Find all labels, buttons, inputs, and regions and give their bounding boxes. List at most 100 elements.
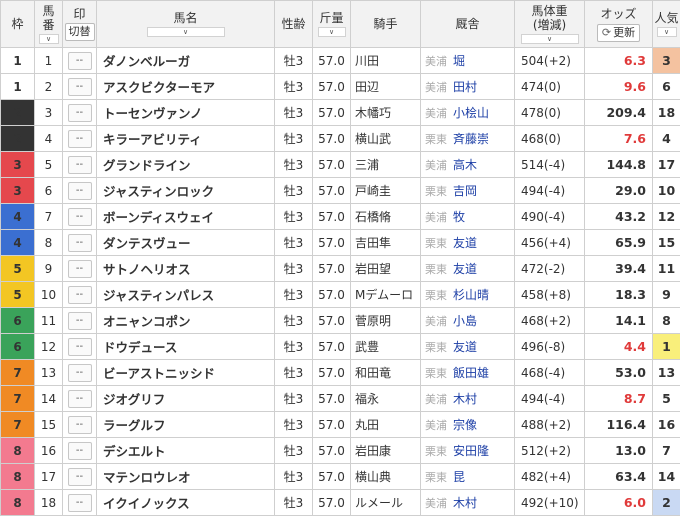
mark-select[interactable]: -- (67, 311, 92, 330)
stable-region: 美浦 (425, 107, 447, 120)
horse-name-link[interactable]: アスクビクターモア (96, 73, 275, 100)
trainer-link[interactable]: 宗像 (453, 418, 477, 432)
jockey-link[interactable]: 吉田隼 (350, 229, 421, 256)
jockey-link[interactable]: Mデムーロ (350, 281, 421, 308)
jockey-link[interactable]: 武豊 (350, 333, 421, 360)
stable-cell: 栗東 飯田雄 (420, 359, 515, 386)
horse-name-link[interactable]: ダノンベルーガ (96, 47, 275, 74)
trainer-link[interactable]: 友道 (453, 262, 477, 276)
mark-select[interactable]: -- (67, 77, 92, 96)
jockey-link[interactable]: 岩田望 (350, 255, 421, 282)
trainer-link[interactable]: 友道 (453, 236, 477, 250)
trainer-link[interactable]: 杉山晴 (453, 288, 489, 302)
mark-select[interactable]: -- (67, 441, 92, 460)
sort-umaban-chevron-icon[interactable]: ∨ (38, 34, 59, 44)
trainer-link[interactable]: 飯田雄 (453, 366, 489, 380)
umaban-cell: 13 (34, 359, 63, 386)
jockey-link[interactable]: 田辺 (350, 73, 421, 100)
mark-toggle-button[interactable]: 切替 (64, 23, 95, 41)
jockey-link[interactable]: 和田竜 (350, 359, 421, 386)
jockey-link[interactable]: 川田 (350, 47, 421, 74)
mark-select[interactable]: -- (67, 415, 92, 434)
mark-select[interactable]: -- (67, 493, 92, 512)
jockey-link[interactable]: 横山武 (350, 125, 421, 152)
weight-carried-cell: 57.0 (312, 255, 351, 282)
jockey-link[interactable]: ルメール (350, 489, 421, 516)
header-body-weight[interactable]: 馬体重 (増減) ∨ (514, 0, 585, 48)
mark-select[interactable]: -- (67, 103, 92, 122)
jockey-link[interactable]: 福永 (350, 385, 421, 412)
mark-select[interactable]: -- (67, 233, 92, 252)
horse-name-link[interactable]: ドウデュース (96, 333, 275, 360)
stable-cell: 美浦堀 (420, 47, 515, 74)
horse-name-link[interactable]: イクイノックス (96, 489, 275, 516)
mark-select[interactable]: -- (67, 51, 92, 70)
trainer-link[interactable]: 吉岡 (453, 184, 477, 198)
jockey-link[interactable]: 木幡巧 (350, 99, 421, 126)
horse-name-link[interactable]: ビーアストニッシド (96, 359, 275, 386)
horse-name-link[interactable]: トーセンヴァンノ (96, 99, 275, 126)
mark-select[interactable]: -- (67, 467, 92, 486)
popularity-cell: 3 (652, 47, 680, 74)
jockey-link[interactable]: 菅原明 (350, 307, 421, 334)
mark-select[interactable]: -- (67, 155, 92, 174)
mark-select[interactable]: -- (67, 285, 92, 304)
sex-age-cell: 牡3 (274, 229, 313, 256)
trainer-link[interactable]: 田村 (453, 80, 477, 94)
odds-cell: 4.4 (584, 333, 653, 360)
horse-name-link[interactable]: ジオグリフ (96, 385, 275, 412)
trainer-link[interactable]: 小桧山 (453, 106, 489, 120)
jockey-link[interactable]: 戸崎圭 (350, 177, 421, 204)
odds-cell: 209.4 (584, 99, 653, 126)
sort-body-weight-chevron-icon[interactable]: ∨ (520, 34, 579, 44)
jockey-link[interactable]: 横山典 (350, 463, 421, 490)
trainer-link[interactable]: 堀 (453, 54, 465, 68)
stable-cell: 栗東 友道 (420, 229, 515, 256)
horse-name-link[interactable]: オニャンコポン (96, 307, 275, 334)
sort-horse-name-chevron-icon[interactable]: ∨ (146, 27, 225, 37)
mark-select[interactable]: -- (67, 129, 92, 148)
horse-name-link[interactable]: グランドライン (96, 151, 275, 178)
jockey-link[interactable]: 石橋脩 (350, 203, 421, 230)
header-weight-carried[interactable]: 斤量 ∨ (312, 0, 351, 48)
trainer-link[interactable]: 斉藤崇 (453, 132, 489, 146)
horse-name-link[interactable]: ラーグルフ (96, 411, 275, 438)
sort-weight-carried-chevron-icon[interactable]: ∨ (317, 27, 346, 37)
trainer-link[interactable]: 木村 (453, 392, 477, 406)
waku-cell: 2 (0, 125, 35, 152)
mark-select[interactable]: -- (67, 389, 92, 408)
trainer-link[interactable]: 安田隆 (453, 444, 489, 458)
mark-select[interactable]: -- (67, 259, 92, 278)
header-popularity[interactable]: 人気 ∨ (652, 0, 680, 48)
trainer-link[interactable]: 小島 (453, 314, 477, 328)
horse-name-link[interactable]: デシエルト (96, 437, 275, 464)
stable-region: 栗東 (425, 445, 447, 458)
horse-name-link[interactable]: サトノヘリオス (96, 255, 275, 282)
horse-name-link[interactable]: ジャスティンパレス (96, 281, 275, 308)
umaban-cell: 9 (34, 255, 63, 282)
horse-name-link[interactable]: ダンテスヴュー (96, 229, 275, 256)
table-row: 7 15 -- ラーグルフ 牡3 57.0 丸田 美浦 宗像 488(+2) 116.4 16 (0, 411, 680, 438)
jockey-link[interactable]: 岩田康 (350, 437, 421, 464)
trainer-link[interactable]: 牧 (453, 210, 465, 224)
odds-update-button[interactable]: ⟳ 更新 (596, 23, 641, 42)
horse-name-link[interactable]: ジャスティンロック (96, 177, 275, 204)
header-umaban[interactable]: 馬 番 ∨ (34, 0, 63, 48)
odds-cell: 53.0 (584, 359, 653, 386)
trainer-link[interactable]: 高木 (453, 158, 477, 172)
trainer-link[interactable]: 友道 (453, 340, 477, 354)
sort-popularity-chevron-icon[interactable]: ∨ (656, 27, 677, 37)
trainer-link[interactable]: 木村 (453, 496, 477, 510)
horse-name-link[interactable]: ボーンディスウェイ (96, 203, 275, 230)
trainer-link[interactable]: 昆 (453, 470, 465, 484)
jockey-link[interactable]: 三浦 (350, 151, 421, 178)
umaban-cell: 2 (34, 73, 63, 100)
mark-select[interactable]: -- (67, 363, 92, 382)
horse-name-link[interactable]: キラーアビリティ (96, 125, 275, 152)
mark-select[interactable]: -- (67, 337, 92, 356)
mark-select[interactable]: -- (67, 207, 92, 226)
mark-select[interactable]: -- (67, 181, 92, 200)
header-horse-name[interactable]: 馬名 ∨ (96, 0, 275, 48)
horse-name-link[interactable]: マテンロウレオ (96, 463, 275, 490)
jockey-link[interactable]: 丸田 (350, 411, 421, 438)
